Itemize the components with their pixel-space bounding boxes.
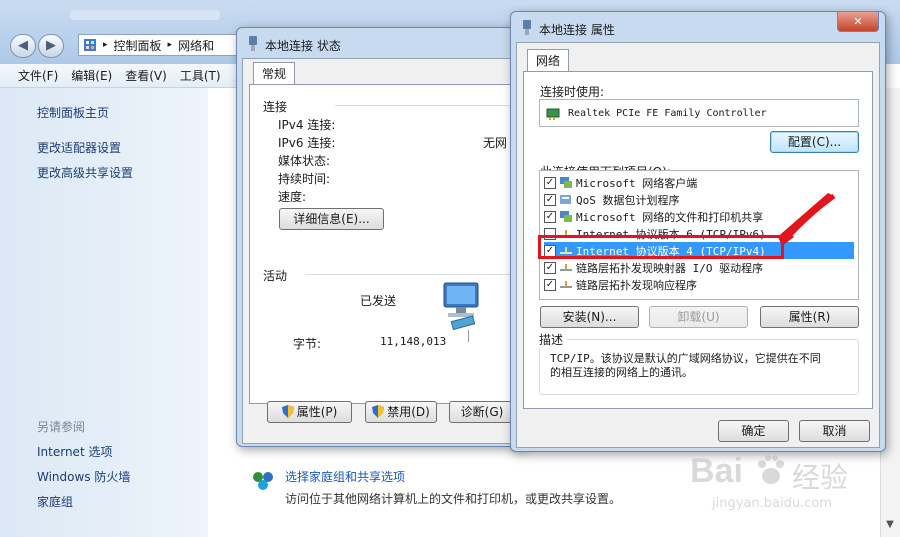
protocol-icon [560, 264, 572, 271]
breadcrumb-chevron-icon: ▸ [103, 40, 108, 50]
dialog-title: 本地连接 属性 [539, 23, 615, 37]
configure-button[interactable]: 配置(C)... [770, 131, 859, 153]
homegroup-icon [253, 472, 273, 490]
group-divider [335, 105, 525, 106]
back-button[interactable]: ◀ [10, 34, 36, 58]
see-also-internet-options[interactable]: Internet 选项 [37, 443, 112, 460]
item-label: QoS 数据包计划程序 [576, 193, 680, 207]
item-label: Microsoft 网络客户端 [576, 176, 698, 190]
dialog-title: 本地连接 状态 [265, 39, 341, 53]
annotation-arrow-icon [778, 193, 836, 246]
activity-group-label: 活动 [263, 269, 288, 283]
ipv6-value: 无网 [483, 136, 508, 150]
bytes-label: 字节: [293, 337, 322, 351]
checkbox-checked-icon[interactable]: ✓ [544, 210, 556, 223]
disable-button-label: 禁用(D) [387, 405, 430, 419]
sidebar-item-adapter-settings[interactable]: 更改适配器设置 [37, 139, 121, 156]
diagnose-button[interactable]: 诊断(G) [449, 401, 515, 423]
item-label: 链路层拓扑发现映射器 I/O 驱动程序 [576, 261, 764, 275]
window-title-blur [70, 10, 220, 20]
ipv6-label: IPv6 连接: [278, 136, 336, 150]
shield-icon [372, 405, 385, 418]
properties-button-label: 属性(P) [296, 405, 338, 419]
breadcrumb-chevron-icon: ▸ [167, 40, 173, 50]
details-button[interactable]: 详细信息(E)... [279, 208, 384, 230]
description-text-line2: 的相互连接的网络上的通讯。 [550, 366, 693, 379]
checkbox-checked-icon[interactable]: ✓ [544, 261, 556, 274]
breadcrumb-control-panel[interactable]: 控制面板 [114, 37, 162, 54]
watermark-brand: Bai [690, 452, 743, 490]
divider-line [468, 330, 469, 342]
menu-tools[interactable]: 工具(T) [180, 67, 221, 84]
see-also-firewall[interactable]: Windows 防火墙 [37, 468, 130, 485]
see-also-homegroup[interactable]: 家庭组 [37, 493, 73, 510]
tab-panel: 连接 IPv4 连接: IPv6 连接: 无网 媒体状态: 持续时间: 速度: … [249, 84, 529, 404]
checkbox-checked-icon[interactable]: ✓ [544, 193, 556, 206]
network-adapter-icon [523, 20, 531, 35]
menu-edit[interactable]: 编辑(E) [71, 67, 112, 84]
connect-using-label: 连接时使用: [540, 85, 605, 99]
sidebar: 控制面板主页 更改适配器设置 更改高级共享设置 另请参阅 Internet 选项… [0, 88, 208, 537]
address-bar[interactable]: ▸ 控制面板 ▸ 网络和 [78, 34, 238, 56]
sidebar-item-advanced-sharing[interactable]: 更改高级共享设置 [37, 164, 133, 181]
close-icon: ✕ [853, 15, 863, 28]
item-properties-button[interactable]: 属性(R) [760, 306, 859, 328]
homegroup-link[interactable]: 选择家庭组和共享选项 [285, 468, 405, 485]
breadcrumb-network[interactable]: 网络和 [178, 37, 214, 54]
see-also-heading: 另请参阅 [37, 420, 86, 434]
tab-general[interactable]: 常规 [253, 62, 296, 84]
forward-arrow-icon: ▶ [46, 38, 56, 53]
description-title: 描述 [539, 331, 568, 348]
bytes-sent-value: 11,148,013 [380, 335, 447, 348]
menu-bar: 文件(F) 编辑(E) 查看(V) 工具(T) [0, 64, 240, 88]
description-group: 描述 TCP/IP。该协议是默认的广域网络协议，它提供在不同 的相互连接的网络上… [539, 331, 859, 395]
status-dialog: 本地连接 状态 常规 连接 IPv4 连接: IPv6 连接: 无网 媒体状态:… [236, 27, 529, 447]
uninstall-button[interactable]: 卸载(U) [649, 306, 748, 328]
disable-button[interactable]: 禁用(D) [365, 401, 437, 423]
sidebar-item-home[interactable]: 控制面板主页 [37, 104, 109, 121]
network-activity-icon [443, 282, 479, 331]
cancel-button[interactable]: 取消 [799, 420, 870, 442]
adapter-display: Realtek PCIe FE Family Controller [539, 99, 859, 127]
speed-label: 速度: [278, 190, 307, 204]
item-label: 链路层拓扑发现响应程序 [576, 278, 697, 292]
media-state-label: 媒体状态: [278, 154, 331, 168]
sent-label: 已发送 [360, 294, 397, 308]
baidu-watermark: Bai 经验 jingyan.baidu.com [690, 448, 890, 528]
network-adapter-icon [249, 36, 257, 51]
properties-button[interactable]: 属性(P) [267, 401, 352, 423]
menu-view[interactable]: 查看(V) [125, 67, 167, 84]
adapter-name: Realtek PCIe FE Family Controller [568, 107, 767, 119]
tab-network[interactable]: 网络 [527, 49, 570, 71]
protocol-icon [560, 281, 572, 288]
qos-icon [560, 195, 571, 204]
dialog-body: 常规 连接 IPv4 连接: IPv6 连接: 无网 媒体状态: 持续时间: 速… [242, 58, 529, 444]
ok-button[interactable]: 确定 [718, 420, 789, 442]
watermark-brand-jingyan: 经验 [792, 461, 849, 494]
annotation-highlight-box [538, 235, 784, 259]
duration-label: 持续时间: [278, 172, 331, 186]
checkbox-checked-icon[interactable]: ✓ [544, 176, 556, 189]
forward-button[interactable]: ▶ [38, 34, 64, 58]
list-item[interactable]: ✓ 链路层拓扑发现映射器 I/O 驱动程序 [544, 259, 854, 276]
menu-file[interactable]: 文件(F) [18, 67, 58, 84]
network-client-icon [560, 177, 572, 188]
ipv4-label: IPv4 连接: [278, 118, 336, 132]
group-divider [305, 274, 525, 275]
list-item[interactable]: ✓ 链路层拓扑发现响应程序 [544, 276, 854, 293]
close-button[interactable]: ✕ [837, 12, 879, 32]
connection-group-label: 连接 [263, 100, 288, 114]
homegroup-description: 访问位于其他网络计算机上的文件和打印机，或更改共享设置。 [285, 492, 622, 506]
back-arrow-icon: ◀ [18, 38, 28, 53]
watermark-url: jingyan.baidu.com [712, 496, 832, 511]
baidu-paw-icon [758, 455, 784, 484]
control-panel-icon [84, 39, 96, 51]
install-button[interactable]: 安装(N)... [540, 306, 639, 328]
shield-icon [281, 405, 294, 418]
list-item[interactable]: ✓ Microsoft 网络客户端 [544, 174, 854, 191]
file-sharing-icon [560, 211, 572, 222]
item-label: Microsoft 网络的文件和打印机共享 [576, 210, 764, 224]
checkbox-checked-icon[interactable]: ✓ [544, 278, 556, 291]
network-card-icon [546, 108, 560, 120]
